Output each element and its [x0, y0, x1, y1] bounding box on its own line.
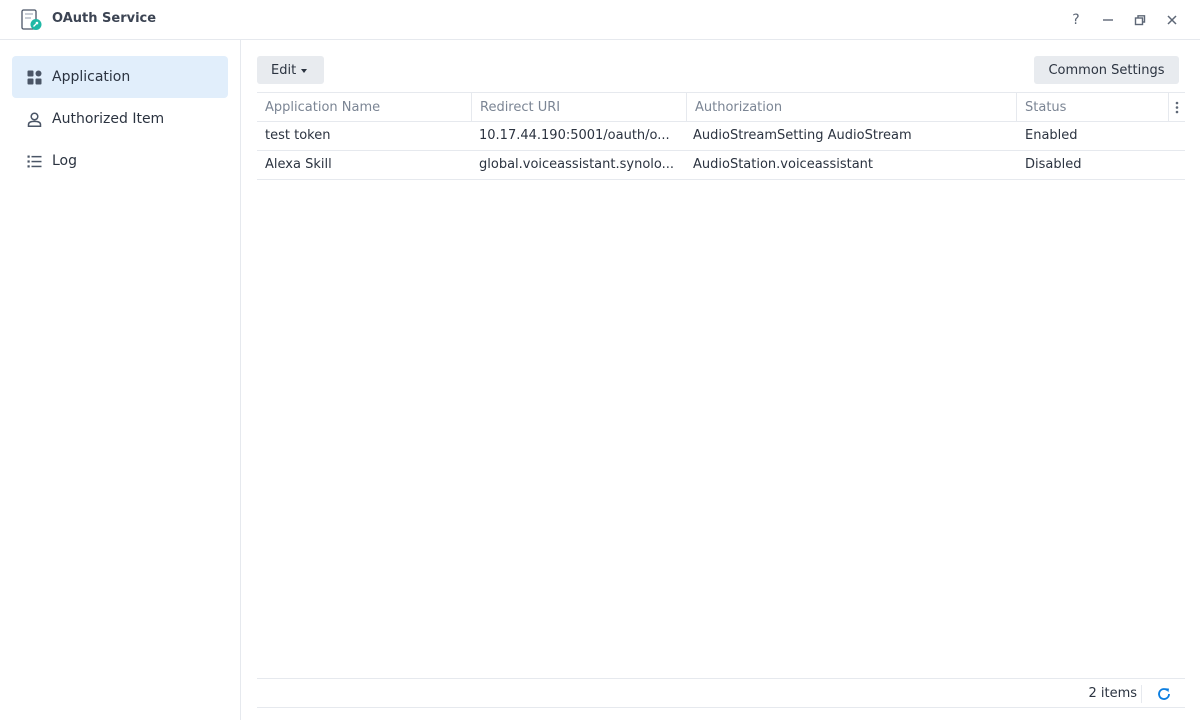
title-bar: OAuth Service ? — [0, 0, 1200, 40]
sidebar-item-label: Application — [52, 69, 131, 85]
cell-authorization: AudioStreamSetting AudioStream — [693, 128, 912, 143]
grid-icon — [26, 69, 42, 85]
sidebar-item-log[interactable]: Log — [12, 140, 228, 182]
refresh-icon[interactable] — [1156, 686, 1172, 702]
item-count: 2 items — [1088, 686, 1137, 701]
close-icon[interactable] — [1161, 9, 1183, 31]
column-header-application-name[interactable]: Application Name — [257, 93, 472, 122]
sidebar-item-label: Authorized Item — [52, 111, 165, 127]
column-header-redirect-uri[interactable]: Redirect URI — [472, 93, 687, 122]
table-header: Application Name Redirect URI Authorizat… — [257, 92, 1185, 122]
minimize-icon[interactable] — [1097, 9, 1119, 31]
edit-button-label: Edit — [271, 62, 297, 78]
cell-redirect-uri: global.voiceassistant.synolo... — [479, 157, 675, 172]
table-row[interactable]: Alexa Skill global.voiceassistant.synolo… — [257, 151, 1185, 180]
caret-down-icon — [301, 68, 308, 73]
user-icon — [26, 111, 42, 127]
column-header-status[interactable]: Status — [1017, 93, 1169, 122]
edit-dropdown-button[interactable]: Edit — [257, 56, 324, 84]
footer-divider — [1141, 685, 1142, 703]
table-row[interactable]: test token 10.17.44.190:5001/oauth/o... … — [257, 122, 1185, 151]
sidebar-item-label: Log — [52, 153, 78, 169]
restore-icon[interactable] — [1129, 9, 1151, 31]
table-footer: 2 items — [257, 678, 1185, 708]
common-settings-button[interactable]: Common Settings — [1034, 56, 1179, 84]
help-icon[interactable]: ? — [1065, 9, 1087, 31]
cell-redirect-uri: 10.17.44.190:5001/oauth/o... — [479, 128, 670, 143]
cell-application-name: Alexa Skill — [265, 157, 332, 172]
list-icon — [26, 153, 42, 169]
help-symbol: ? — [1072, 12, 1080, 28]
oauth-app-icon — [21, 9, 42, 30]
sidebar: Application Authorized Item Log — [0, 40, 241, 720]
sidebar-item-application[interactable]: Application — [12, 56, 228, 98]
cell-status: Enabled — [1025, 128, 1078, 143]
column-options-icon[interactable] — [1169, 93, 1185, 122]
window-title: OAuth Service — [52, 11, 157, 26]
cell-application-name: test token — [265, 128, 331, 143]
cell-authorization: AudioStation.voiceassistant — [693, 157, 874, 172]
sidebar-item-authorized-item[interactable]: Authorized Item — [12, 98, 228, 140]
application-table: Application Name Redirect URI Authorizat… — [257, 92, 1185, 180]
cell-status: Disabled — [1025, 157, 1082, 172]
column-header-authorization[interactable]: Authorization — [687, 93, 1017, 122]
